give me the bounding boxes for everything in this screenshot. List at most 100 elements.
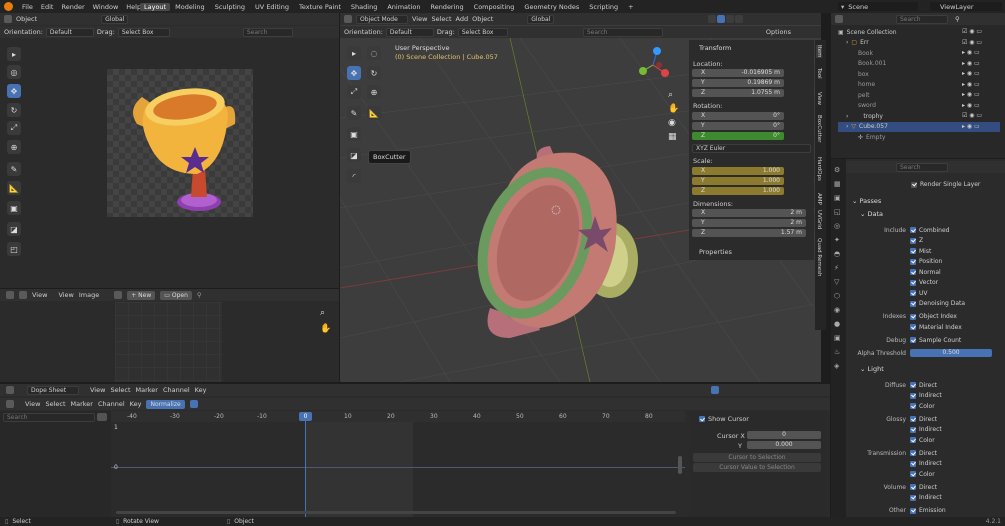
sidebar-tab-hardops[interactable]: HardOps [816,157,822,181]
viewport-menu-select[interactable]: Select [431,15,451,23]
move-tool-icon[interactable]: ✥ [7,84,21,98]
filter-icon[interactable]: ⚲ [955,15,960,23]
ds-menu-marker[interactable]: Marker [136,386,158,394]
vp-annotate-tool-icon[interactable]: ✎ [347,106,361,120]
z-checkbox[interactable] [910,237,916,244]
add-cube-tool-icon[interactable]: ▣ [7,201,21,215]
location-z-field[interactable]: Z 1.0755 m [692,89,784,97]
mist-checkbox[interactable] [910,248,916,254]
current-frame-indicator[interactable]: 0 [299,412,312,421]
sidebar-tab-uvgrid[interactable]: UVGrid [816,210,822,229]
sidebar-tab-view[interactable]: View [816,92,822,105]
sidebar-tab-amp[interactable]: AMP [816,193,822,205]
render-single-layer-option[interactable]: Render Single Layer [911,181,980,188]
viewport-options-menu[interactable]: Options [766,28,791,36]
ds-menu-view[interactable]: View [90,386,105,394]
properties-subpanel[interactable]: Properties [699,248,732,256]
vp-add-cube-tool-icon[interactable]: ▣ [347,127,361,141]
rendered-shading-icon[interactable] [735,15,744,23]
visibility-icons[interactable]: ☑ ◉ ▭ ☑ ◉ ▭ ▸ ◉ ▭ ▸ ◉ ▭ ▸ ◉ ▭ ▸ ◉ ▭ ▸ ◉ ▭ ▸ ◉ ▭… [962,27,982,132]
rotation-y-field[interactable]: Y 0° [692,122,784,130]
diffuse-color-row[interactable]: Color [848,401,1000,411]
uv-pan-icon[interactable]: ✋ [320,324,331,334]
diffuse-direct-checkbox[interactable] [910,382,916,388]
vp-ortho-icon[interactable]: ▦ [668,132,677,142]
sample-count-checkbox[interactable] [910,337,916,343]
cursor-tool-icon[interactable]: ◎ [7,65,21,79]
graph-scrollbar[interactable] [678,456,682,474]
vp-select-circle-icon[interactable]: ◌ [367,46,381,60]
transform-title[interactable]: Transform [699,44,731,52]
volume-direct-checkbox[interactable] [910,484,916,490]
volume-direct-row[interactable]: Volume Direct [848,482,1000,492]
vp-pan-icon[interactable]: ✋ [668,104,679,114]
viewport-editor-type-icon[interactable] [344,15,352,23]
include-vector-row[interactable]: Vector [848,278,1000,288]
diffuse-color-checkbox[interactable] [910,403,916,409]
scene-selector[interactable]: ▾ Scene [838,2,918,11]
graph-menu-channel[interactable]: Channel [98,400,125,408]
boxcutter-tool-icon[interactable]: ◪ [7,222,21,236]
mode-dropdown[interactable]: Object Mode [356,14,408,24]
light-subpanel-header[interactable]: ⌄ Light [860,365,884,373]
blender-logo-icon[interactable] [4,2,13,11]
new-image-button[interactable]: + New [127,290,156,300]
vector-checkbox[interactable] [910,279,916,286]
tab-geometry-nodes[interactable]: Geometry Nodes [519,3,584,11]
drag-dropdown[interactable]: Select Box [117,27,170,37]
include-combined-row[interactable]: Include Combined [848,225,1000,235]
open-image-button[interactable]: ▭ Open [160,290,192,300]
viewport-drag-dropdown[interactable]: Select Box [457,27,508,37]
location-x-field[interactable]: X -0.016905 m [692,69,784,77]
outliner-search-input[interactable]: Search [896,14,948,24]
vp-hops-tool-icon[interactable]: ◜ [347,169,361,183]
rotation-x-field[interactable]: X 0° [692,112,784,120]
viewport-menu-add[interactable]: Add [456,15,469,23]
sidebar-tab-item[interactable]: Item [816,45,822,58]
glossy-direct-row[interactable]: Glossy Direct [848,414,1000,424]
rotation-z-field[interactable]: Z 0° [692,132,784,140]
tab-modeling[interactable]: Modeling [170,3,210,11]
indexes-material-row[interactable]: Material Index [848,322,1000,332]
object-index-checkbox[interactable] [910,313,916,320]
tab-layout[interactable]: Layout [140,2,171,11]
add-workspace-button[interactable]: + [623,3,638,11]
normalize-toggle[interactable]: Normalize [146,399,185,409]
cursor-x-field[interactable]: 0 [747,431,821,439]
rotation-mode-dropdown[interactable]: XYZ Euler [692,144,811,153]
uv-mode-icon[interactable] [19,291,27,299]
image-search-input[interactable]: Search [242,27,293,37]
glossy-color-checkbox[interactable] [910,437,916,443]
tab-rendering[interactable]: Rendering [425,3,468,11]
transmission-indirect-row[interactable]: Indirect [848,459,1000,469]
scale-z-field[interactable]: Z 1.000 [692,187,784,195]
transform-tool-icon[interactable]: ⊕ [7,140,21,154]
uv-view-menu-2[interactable]: View [58,291,73,299]
viewport-global-dropdown[interactable]: Global [527,14,555,24]
combined-checkbox[interactable] [910,227,916,233]
outliner-editor-type-icon[interactable] [835,15,843,23]
vp-transform-tool-icon[interactable]: ⊕ [367,85,381,99]
ds-menu-channel[interactable]: Channel [163,386,190,394]
wireframe-shading-icon[interactable] [708,15,717,23]
cursor-value-to-selection-button[interactable]: Cursor Value to Selection [693,463,821,472]
normal-checkbox[interactable] [910,269,916,275]
viewport-menu-object[interactable]: Object [472,15,493,23]
viewlayer-selector[interactable]: ViewLayer [930,2,1002,11]
dopesheet-editor-type-icon[interactable] [6,386,14,394]
ds-menu-select[interactable]: Select [110,386,130,394]
orientation-dropdown[interactable]: Default [45,27,94,37]
uv-image-menu[interactable]: Image [79,291,99,299]
glossy-indirect-row[interactable]: Indirect [848,425,1000,435]
include-mist-row[interactable]: Mist [848,246,1000,256]
editor-type-icon[interactable] [4,15,12,23]
graph-menu-view[interactable]: View [25,400,40,408]
transmission-color-checkbox[interactable] [910,471,916,477]
show-cursor-checkbox[interactable] [699,416,705,422]
uv-view-menu[interactable]: View [32,291,47,299]
normalize-refresh-icon[interactable] [189,400,198,408]
vp-camera-icon[interactable]: ◉ [668,118,676,128]
vp-zoom-icon[interactable]: ⌕ [668,90,673,100]
tab-shading[interactable]: Shading [346,3,382,11]
material-shading-icon[interactable] [726,15,735,23]
